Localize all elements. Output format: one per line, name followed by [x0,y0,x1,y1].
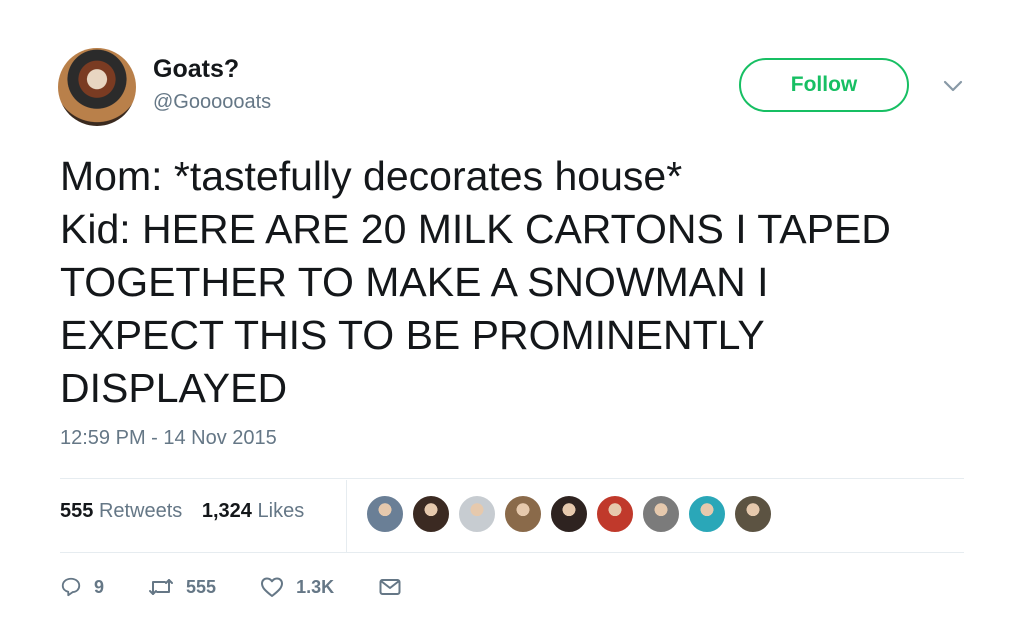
retweet-icon [149,579,174,595]
avatar[interactable] [58,48,136,126]
tweet-actions: 9 555 1.3K [60,576,458,598]
tweet-text: Mom: *tastefully decorates house* Kid: H… [60,150,980,415]
likes-count: 1,324 [201,500,252,522]
likes-label: Likes [257,500,305,522]
liker-avatar[interactable] [412,495,450,533]
tweet-line: TOGETHER TO MAKE A SNOWMAN I [60,259,769,305]
engagement-stats: 555 Retweets 1,324 Likes [60,500,318,523]
tweet-line: EXPECT THIS TO BE PROMINENTLY [60,312,765,358]
like-count: 1.3K [296,576,335,597]
retweet-count: 555 [186,576,217,597]
tweet-timestamp[interactable]: 12:59 PM - 14 Nov 2015 [60,427,277,450]
envelope-icon [379,579,401,595]
divider-bottom [60,552,964,553]
tweet-line: DISPLAYED [60,365,288,411]
liker-avatar[interactable] [504,495,542,533]
likes-stat[interactable]: 1,324 Likes [202,500,304,522]
retweets-count: 555 [60,500,94,522]
display-name[interactable]: Goats? [153,55,239,84]
stats-separator [346,480,347,552]
heart-icon [261,577,284,597]
follow-button[interactable]: Follow [739,58,909,112]
retweets-label: Retweets [98,500,183,522]
tweet-line: Mom: *tastefully decorates house* [60,153,683,199]
liker-avatar[interactable] [596,495,634,533]
liker-avatar[interactable] [366,495,404,533]
retweets-stat[interactable]: 555 Retweets [60,500,182,522]
reply-count: 9 [94,576,105,597]
likers-avatars [366,495,780,533]
liker-avatar[interactable] [642,495,680,533]
chevron-down-icon[interactable] [940,76,966,96]
liker-avatar[interactable] [550,495,588,533]
liker-avatar[interactable] [458,495,496,533]
tweet-line: Kid: HERE ARE 20 MILK CARTONS I TAPED [60,206,891,252]
divider-top [60,478,964,479]
like-action[interactable]: 1.3K [260,576,334,598]
user-handle[interactable]: @Goooooats [153,91,271,114]
reply-action[interactable]: 9 [60,576,104,598]
reply-icon [61,577,81,597]
message-action[interactable] [378,576,414,598]
retweet-action[interactable]: 555 [148,576,216,598]
liker-avatar[interactable] [688,495,726,533]
liker-avatar[interactable] [734,495,772,533]
